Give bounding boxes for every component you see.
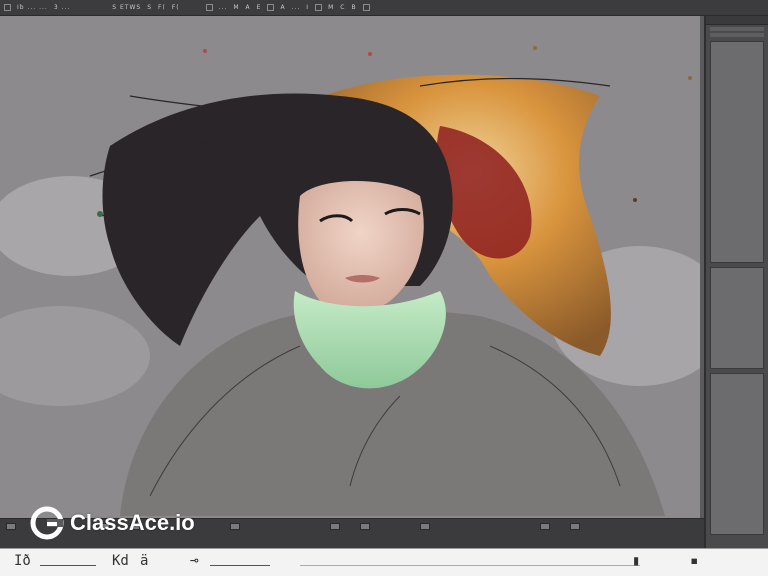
menu-item-a[interactable]: A <box>246 4 251 11</box>
menu-item-edit[interactable]: 3 ... <box>54 4 70 11</box>
timeline-line <box>300 565 640 566</box>
panel-header <box>706 16 768 25</box>
timeline-marker-icon[interactable]: ä <box>140 553 148 569</box>
menu-item-dots[interactable]: ... <box>219 4 228 11</box>
timeline-line <box>40 565 96 566</box>
menu-item-view[interactable]: S ETWS <box>112 4 141 11</box>
classace-logo-icon <box>30 506 64 540</box>
bottom-btn[interactable] <box>540 523 550 530</box>
menu-item-i[interactable]: I <box>306 4 309 11</box>
timeline[interactable]: Ið Kd ä ⊸ ▮ ▪ <box>0 548 768 576</box>
menu-item-f1[interactable]: F( <box>158 4 166 11</box>
panel-properties-block[interactable] <box>710 41 764 263</box>
layers-icon[interactable] <box>205 4 213 11</box>
bottom-btn[interactable] <box>360 523 370 530</box>
speck <box>633 198 637 202</box>
timeline-marker-icon[interactable]: ▮ <box>632 553 640 569</box>
menu-item-s[interactable]: S <box>147 4 152 11</box>
speck <box>203 49 207 53</box>
top-toolbar: Ib ... ... 3 ... S ETWS S F( F( ... M A … <box>0 0 768 16</box>
timeline-line <box>210 565 270 566</box>
panel-row[interactable] <box>710 27 764 31</box>
timeline-marker-icon[interactable]: ⊸ <box>190 553 198 569</box>
menu-item-b[interactable]: B <box>351 4 356 11</box>
timeline-marker-icon[interactable]: Ið <box>14 553 31 569</box>
menu-item-f2[interactable]: F( <box>172 4 180 11</box>
speck <box>97 211 103 217</box>
layers-panel <box>704 16 768 548</box>
panel-layer-list[interactable] <box>710 373 764 535</box>
illustration <box>0 46 700 516</box>
bg-cloud-left-2 <box>0 306 150 406</box>
menu-item-m[interactable]: M <box>233 4 239 11</box>
watermark: ClassAce.io <box>30 506 195 540</box>
bottom-btn[interactable] <box>420 523 430 530</box>
app-logo-icon[interactable] <box>4 4 11 11</box>
panel-row[interactable] <box>710 33 764 37</box>
menu-item-e[interactable]: E <box>257 4 262 11</box>
brush-icon[interactable] <box>267 4 275 11</box>
menu-item-m2[interactable]: M <box>328 4 334 11</box>
bottom-btn[interactable] <box>330 523 340 530</box>
menu-item-dots2[interactable]: ... <box>292 4 301 11</box>
panel-preview-block[interactable] <box>710 267 764 369</box>
watermark-text: ClassAce.io <box>70 510 195 535</box>
eraser-icon[interactable] <box>315 4 323 11</box>
menu-item-c[interactable]: C <box>340 4 345 11</box>
menu-item-a2[interactable]: A <box>280 4 285 11</box>
menu-item-file[interactable]: Ib ... ... <box>17 4 48 11</box>
speck <box>368 52 372 56</box>
bottom-btn[interactable] <box>230 523 240 530</box>
bottom-btn[interactable] <box>6 523 16 530</box>
timeline-marker-icon[interactable]: ▪ <box>690 553 698 569</box>
drawing-canvas[interactable] <box>0 16 700 518</box>
speck <box>533 46 537 50</box>
settings-icon[interactable] <box>362 4 370 11</box>
bottom-btn[interactable] <box>570 523 580 530</box>
speck <box>688 76 692 80</box>
face <box>298 181 424 313</box>
timeline-marker-icon[interactable]: Kd <box>112 553 129 569</box>
